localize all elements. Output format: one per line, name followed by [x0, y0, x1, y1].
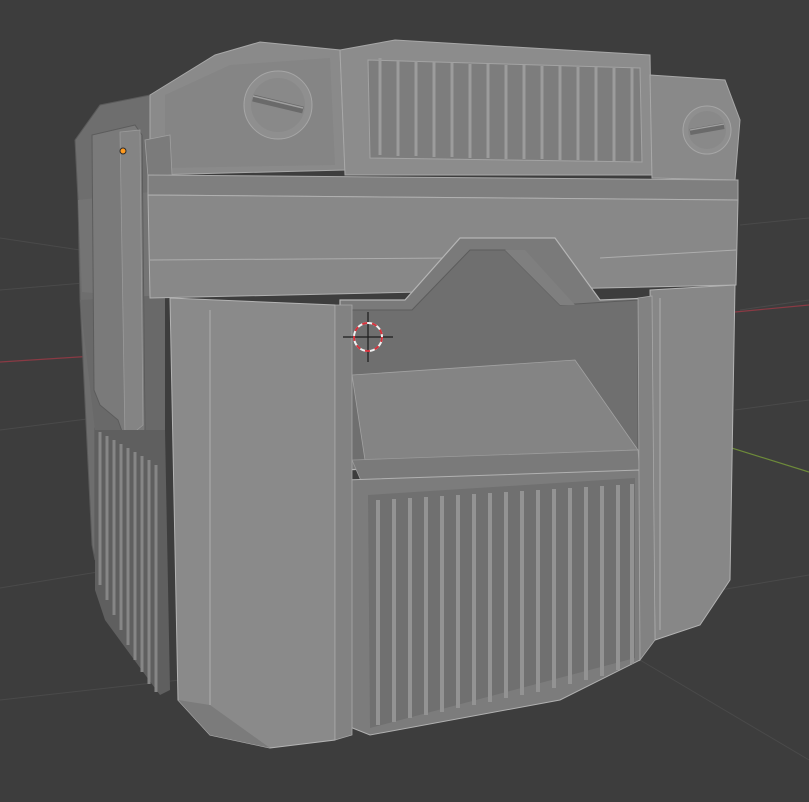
crate-model[interactable]: [74, 39, 741, 749]
left-side-ribs: [95, 430, 170, 695]
viewport-scene[interactable]: [0, 0, 809, 802]
center-divider-left: [334, 304, 353, 741]
front-right-pillar: [649, 284, 736, 641]
3d-viewport[interactable]: [0, 0, 809, 802]
screw-left-icon: [243, 70, 313, 140]
screw-right-icon: [682, 105, 732, 155]
front-left-pillar: [169, 297, 336, 749]
x-axis-line-right: [734, 304, 809, 313]
center-divider-right: [637, 295, 656, 662]
object-origin-icon[interactable]: [119, 147, 127, 155]
